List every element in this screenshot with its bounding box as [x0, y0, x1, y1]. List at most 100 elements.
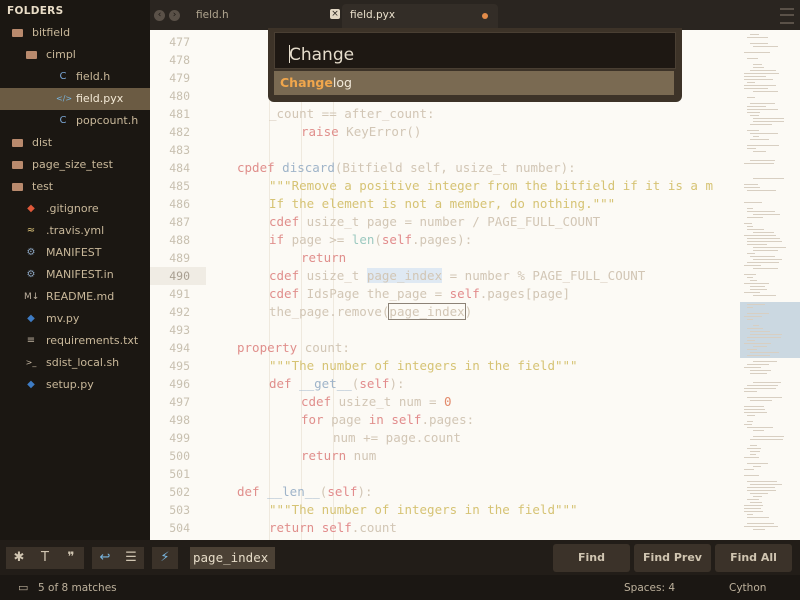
sidebar-item[interactable]: ◆ .gitignore [0, 198, 150, 220]
line-number: 481 [169, 107, 190, 121]
code-line: return [301, 250, 347, 265]
code-area[interactable]: _count == after_count: raise KeyError() cp… [237, 30, 747, 540]
minimap-line [744, 73, 779, 74]
minimap-line [753, 496, 762, 497]
code-line: the_page.remove(page_index) [269, 303, 473, 320]
minimap-line [753, 325, 759, 326]
tab-field-pyx[interactable]: field.pyx [342, 4, 498, 30]
minimap-line [753, 67, 764, 68]
sidebar-item[interactable]: ⚙ MANIFEST [0, 242, 150, 264]
find-prev-button[interactable]: Find Prev [634, 544, 711, 572]
wrap-toggle[interactable]: ↩ [92, 547, 118, 569]
sidebar-item[interactable]: ◆ mv.py [0, 308, 150, 330]
minimap-line [744, 508, 761, 509]
minimap-line [747, 109, 778, 110]
minimap-line [750, 115, 759, 116]
minimap-line [747, 514, 753, 515]
c-header-file-icon: C [59, 71, 67, 82]
sidebar-item[interactable]: M↓ README.md [0, 286, 150, 308]
sidebar-item[interactable]: bitfield [0, 22, 150, 44]
menu-icon[interactable] [780, 8, 794, 24]
goto-suggestion-item[interactable]: Changelog [274, 71, 674, 95]
minimap-line [753, 121, 784, 122]
sidebar-item[interactable]: dist [0, 132, 150, 154]
text-caret [289, 45, 290, 63]
unsaved-dot-icon[interactable] [482, 13, 488, 19]
line-number: 484 [169, 161, 190, 175]
tab-next-icon[interactable]: › [169, 10, 180, 21]
minimap-line [747, 355, 770, 356]
editor[interactable]: 477 478 479 480 481 482 483 484 485 486 487 488 489 4… [150, 30, 800, 540]
minimap-line [750, 289, 767, 290]
minimap-line [747, 190, 776, 191]
minimap-line [747, 241, 782, 242]
case-sensitive-toggle[interactable]: T [32, 547, 58, 569]
minimap-line [750, 43, 768, 44]
minimap-line [750, 280, 757, 281]
minimap-line [744, 409, 765, 410]
sidebar-item[interactable]: ≡ requirements.txt [0, 330, 150, 352]
minimap-line [747, 238, 780, 239]
in-selection-toggle[interactable]: ☰ [118, 547, 144, 569]
code-line: if page >= len(self.pages): [269, 232, 473, 247]
minimap-line [744, 235, 776, 236]
minimap-line [747, 97, 755, 98]
minimap-line [744, 367, 761, 368]
highlight-matches-toggle[interactable]: ⚡ [152, 547, 178, 569]
sidebar-item[interactable]: ⚙ MANIFEST.in [0, 264, 150, 286]
find-bar: ✱ T ❞ ↩ ☰ ⚡ page_index Find Find Prev Fi… [0, 540, 800, 575]
minimap-line [744, 511, 763, 512]
minimap[interactable] [740, 30, 800, 540]
sidebar-item[interactable]: cimpl [0, 44, 150, 66]
minimap-line [753, 250, 778, 251]
line-number-gutter: 477 478 479 480 481 482 483 484 485 486 487 488 489 4… [150, 30, 206, 540]
minimap-line [747, 487, 775, 488]
panel-toggle-icon[interactable]: ▭ [18, 581, 28, 594]
minimap-line [750, 484, 782, 485]
line-number: 496 [169, 377, 190, 391]
sidebar: FOLDERS bitfield cimpl Cfield.h </> field.py… [0, 0, 150, 540]
minimap-line [747, 319, 753, 320]
sidebar-item[interactable]: >_ sdist_local.sh [0, 352, 150, 374]
tab-label: field.pyx [350, 9, 396, 21]
sidebar-item[interactable]: Cfield.h [0, 66, 150, 88]
minimap-line [753, 151, 766, 152]
minimap-line [747, 130, 759, 131]
find-input[interactable]: page_index [190, 547, 275, 569]
minimap-line [744, 469, 754, 470]
minimap-line [747, 397, 782, 398]
tab-field-h[interactable]: field.h × [188, 4, 346, 26]
code-line: If the element is not a member, do nothi… [269, 196, 616, 211]
minimap-line [744, 265, 761, 266]
syntax-status[interactable]: Cython [729, 582, 766, 594]
folder-open-icon [24, 44, 38, 68]
minimap-line [747, 262, 779, 263]
regex-toggle[interactable]: ✱ [6, 547, 32, 569]
sidebar-item[interactable]: page_size_test [0, 154, 150, 176]
minimap-line [753, 268, 778, 269]
sidebar-item-label: requirements.txt [46, 334, 139, 347]
minimap-line [750, 124, 772, 125]
sidebar-item[interactable]: ≈ .travis.yml [0, 220, 150, 242]
tab-prev-icon[interactable]: ‹ [154, 10, 165, 21]
sidebar-item[interactable]: Cpopcount.h [0, 110, 150, 132]
find-all-button[interactable]: Find All [715, 544, 792, 572]
indentation-status[interactable]: Spaces: 4 [624, 582, 675, 594]
minimap-line [747, 448, 761, 449]
minimap-line [750, 454, 756, 455]
minimap-line [747, 340, 755, 341]
find-button[interactable]: Find [553, 544, 630, 572]
minimap-line [744, 475, 759, 476]
close-icon[interactable]: × [330, 9, 340, 19]
minimap-line [750, 256, 775, 257]
sidebar-item[interactable]: ◆ setup.py [0, 374, 150, 396]
goto-anything-input[interactable]: Change [274, 32, 676, 69]
minimap-line [744, 283, 769, 284]
sidebar-item[interactable]: test [0, 176, 150, 198]
code-line: _count == after_count: [269, 106, 435, 121]
minimap-line [744, 457, 759, 458]
sidebar-item-label: README.md [46, 290, 115, 303]
minimap-line [750, 286, 765, 287]
sidebar-item[interactable]: </> field.pyx [0, 88, 150, 110]
whole-word-toggle[interactable]: ❞ [58, 547, 84, 569]
